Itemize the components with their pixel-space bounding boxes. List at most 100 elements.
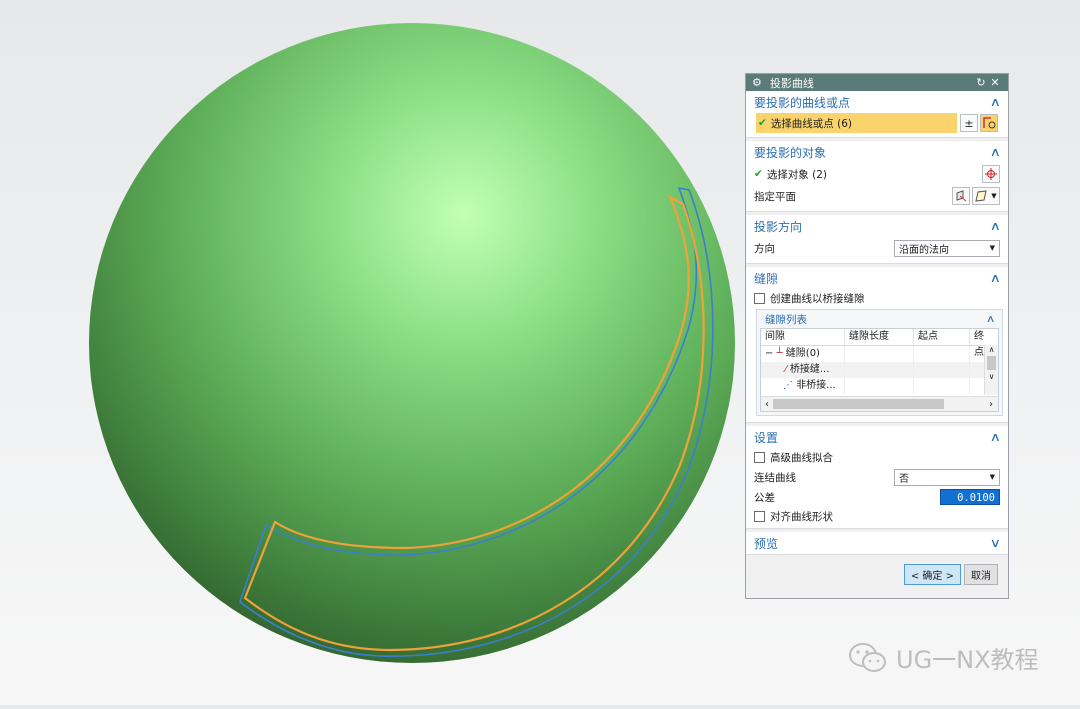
column-header[interactable]: 终点	[970, 329, 992, 358]
dropdown-arrow-icon: ▼	[989, 473, 995, 481]
close-icon[interactable]: ✕	[988, 76, 1002, 89]
gap-node-label: 缝隙(0)	[785, 348, 820, 359]
crosshair-icon[interactable]	[982, 165, 1000, 183]
section-curves: 要投影的曲线或点 ∧ ✔ 选择曲线或点 (6) ±	[746, 91, 1008, 138]
create-bridge-checkbox[interactable]	[754, 292, 765, 304]
join-curves-select[interactable]: 否 ▼	[894, 468, 1000, 486]
reset-icon[interactable]: ↻	[974, 76, 988, 89]
tolerance-row: 公差 0.0100	[746, 487, 1008, 507]
scroll-up-icon[interactable]: ∧	[985, 345, 998, 354]
section-direction-title: 投影方向	[754, 219, 803, 234]
gap-icon: ┴	[776, 348, 783, 359]
align-shape-row[interactable]: 对齐曲线形状	[746, 507, 1008, 528]
join-curves-row: 连结曲线 否 ▼	[746, 467, 1008, 487]
section-objects-header[interactable]: 要投影的对象 ∧	[746, 141, 1008, 163]
join-curves-value: 否	[899, 473, 909, 485]
section-objects: 要投影的对象 ∧ ✔ 选择对象 (2) 指定平面 ▼	[746, 141, 1008, 212]
gap-list-table[interactable]: 间隙 缝隙长度 起点 终点 − ┴ 缝隙(0) ⁄ 桥接缝... ⋰ 非桥接..…	[760, 328, 999, 412]
select-curves-row[interactable]: ✔ 选择曲线或点 (6)	[756, 113, 957, 133]
create-bridge-label: 创建曲线以桥接缝隙	[770, 292, 865, 305]
scroll-thumb[interactable]	[987, 356, 996, 370]
table-row[interactable]: ⋰ 非桥接...	[761, 378, 998, 394]
gap-list-panel: 缝隙列表 ∧ 间隙 缝隙长度 起点 终点 − ┴ 缝隙(0) ⁄ 桥接缝... …	[756, 309, 1003, 416]
section-gaps: 缝隙 ∧ 创建曲线以桥接缝隙 缝隙列表 ∧ 间隙 缝隙长度 起点 终点 − ┴ …	[746, 267, 1008, 423]
cancel-button[interactable]: 取消	[964, 564, 998, 585]
advanced-fit-label: 高级曲线拟合	[770, 452, 833, 464]
vertical-scrollbar[interactable]: ∧ ∨	[984, 345, 998, 395]
bridged-node-label: 桥接缝...	[789, 364, 830, 375]
chevron-up-icon[interactable]: ∧	[990, 219, 1001, 233]
column-header[interactable]: 缝隙长度	[845, 329, 914, 345]
horizontal-scrollbar[interactable]: ‹ ›	[761, 396, 998, 411]
chevron-up-icon[interactable]: ∧	[990, 430, 1001, 444]
gear-icon: ⚙	[752, 76, 762, 89]
plane-dialog-icon[interactable]	[952, 187, 970, 205]
select-curves-label: 选择曲线或点 (6)	[770, 117, 853, 130]
advanced-fit-row[interactable]: 高级曲线拟合	[746, 448, 1008, 467]
table-row[interactable]: − ┴ 缝隙(0)	[761, 346, 998, 362]
scroll-thumb[interactable]	[773, 399, 944, 409]
sphere-body[interactable]	[89, 23, 735, 663]
section-direction-header[interactable]: 投影方向 ∧	[746, 215, 1008, 237]
direction-label: 方向	[754, 242, 775, 255]
direction-row: 方向 沿面的法向 ▼	[746, 237, 1008, 263]
check-icon: ✔	[754, 168, 763, 180]
project-curve-dialog: ⚙ 投影曲线 ↻ ✕ 要投影的曲线或点 ∧ ✔ 选择曲线或点 (6) ± 要投影…	[745, 73, 1009, 599]
select-objects-row[interactable]: ✔ 选择对象 (2)	[746, 163, 1008, 185]
gap-list-header-row: 间隙 缝隙长度 起点 终点	[761, 329, 998, 358]
chevron-down-icon[interactable]: ∨	[990, 536, 1001, 550]
curve-filter-icon[interactable]	[980, 114, 998, 132]
scroll-left-icon[interactable]: ‹	[761, 399, 773, 410]
align-shape-label: 对齐曲线形状	[770, 511, 833, 523]
chevron-up-icon[interactable]: ∧	[990, 95, 1001, 109]
check-icon: ✔	[758, 117, 767, 129]
ok-button[interactable]: < 确定 >	[903, 564, 961, 585]
scroll-right-icon[interactable]: ›	[984, 399, 998, 410]
section-direction: 投影方向 ∧ 方向 沿面的法向 ▼	[746, 215, 1008, 264]
wechat-logo-icon	[849, 642, 886, 672]
watermark-text: UG一NX教程	[896, 646, 1039, 674]
join-curves-label: 连结曲线	[754, 471, 796, 484]
section-settings: 设置 ∧ 高级曲线拟合 连结曲线 否 ▼ 公差 0.0100 对齐曲线形状	[746, 426, 1008, 529]
watermark: UG一NX教程	[848, 640, 1039, 675]
section-gaps-title: 缝隙	[754, 271, 779, 286]
direction-select[interactable]: 沿面的法向 ▼	[894, 239, 1000, 257]
table-row[interactable]: ⁄ 桥接缝...	[761, 362, 998, 378]
bridged-curve-icon: ⁄	[785, 364, 787, 375]
column-header[interactable]: 起点	[914, 329, 970, 345]
section-gaps-header[interactable]: 缝隙 ∧	[746, 267, 1008, 289]
align-shape-checkbox[interactable]	[754, 511, 765, 522]
unbridged-curve-icon: ⋰	[783, 380, 793, 391]
tolerance-input[interactable]: 0.0100	[940, 489, 1000, 505]
section-curves-title: 要投影的曲线或点	[754, 95, 851, 110]
section-objects-title: 要投影的对象	[754, 145, 827, 160]
section-preview: 预览 ∨	[746, 532, 1008, 555]
gap-list-title: 缝隙列表	[765, 313, 807, 326]
column-header[interactable]: 间隙	[761, 329, 845, 345]
tree-expander[interactable]: −	[765, 348, 773, 359]
tree-cell: ⁄ 桥接缝...	[761, 362, 845, 378]
dialog-title-bar[interactable]: ⚙ 投影曲线 ↻ ✕	[746, 74, 1008, 91]
dropdown-arrow-icon: ▼	[989, 244, 995, 252]
chevron-up-icon[interactable]: ∧	[986, 314, 996, 325]
tree-cell: ⋰ 非桥接...	[761, 378, 845, 394]
specify-plane-row: 指定平面 ▼	[746, 185, 1008, 211]
section-settings-title: 设置	[754, 430, 779, 445]
plane-dropdown-icon[interactable]: ▼	[972, 187, 1000, 205]
section-preview-header[interactable]: 预览 ∨	[746, 532, 1008, 554]
unbridged-node-label: 非桥接...	[796, 380, 836, 391]
advanced-fit-checkbox[interactable]	[754, 452, 765, 463]
section-curves-header[interactable]: 要投影的曲线或点 ∧	[746, 91, 1008, 113]
tree-cell: − ┴ 缝隙(0)	[761, 346, 845, 362]
scroll-down-icon[interactable]: ∨	[985, 372, 998, 381]
add-curve-icon[interactable]: ±	[960, 114, 978, 132]
specify-plane-label: 指定平面	[754, 190, 796, 203]
chevron-up-icon[interactable]: ∧	[990, 145, 1001, 159]
section-settings-header[interactable]: 设置 ∧	[746, 426, 1008, 448]
create-bridge-row[interactable]: 创建曲线以桥接缝隙	[746, 289, 1008, 307]
section-preview-title: 预览	[754, 536, 779, 551]
dialog-title: 投影曲线	[769, 76, 814, 90]
direction-value: 沿面的法向	[899, 244, 949, 256]
chevron-up-icon[interactable]: ∧	[990, 271, 1001, 285]
gap-list-header[interactable]: 缝隙列表 ∧	[757, 310, 1002, 328]
